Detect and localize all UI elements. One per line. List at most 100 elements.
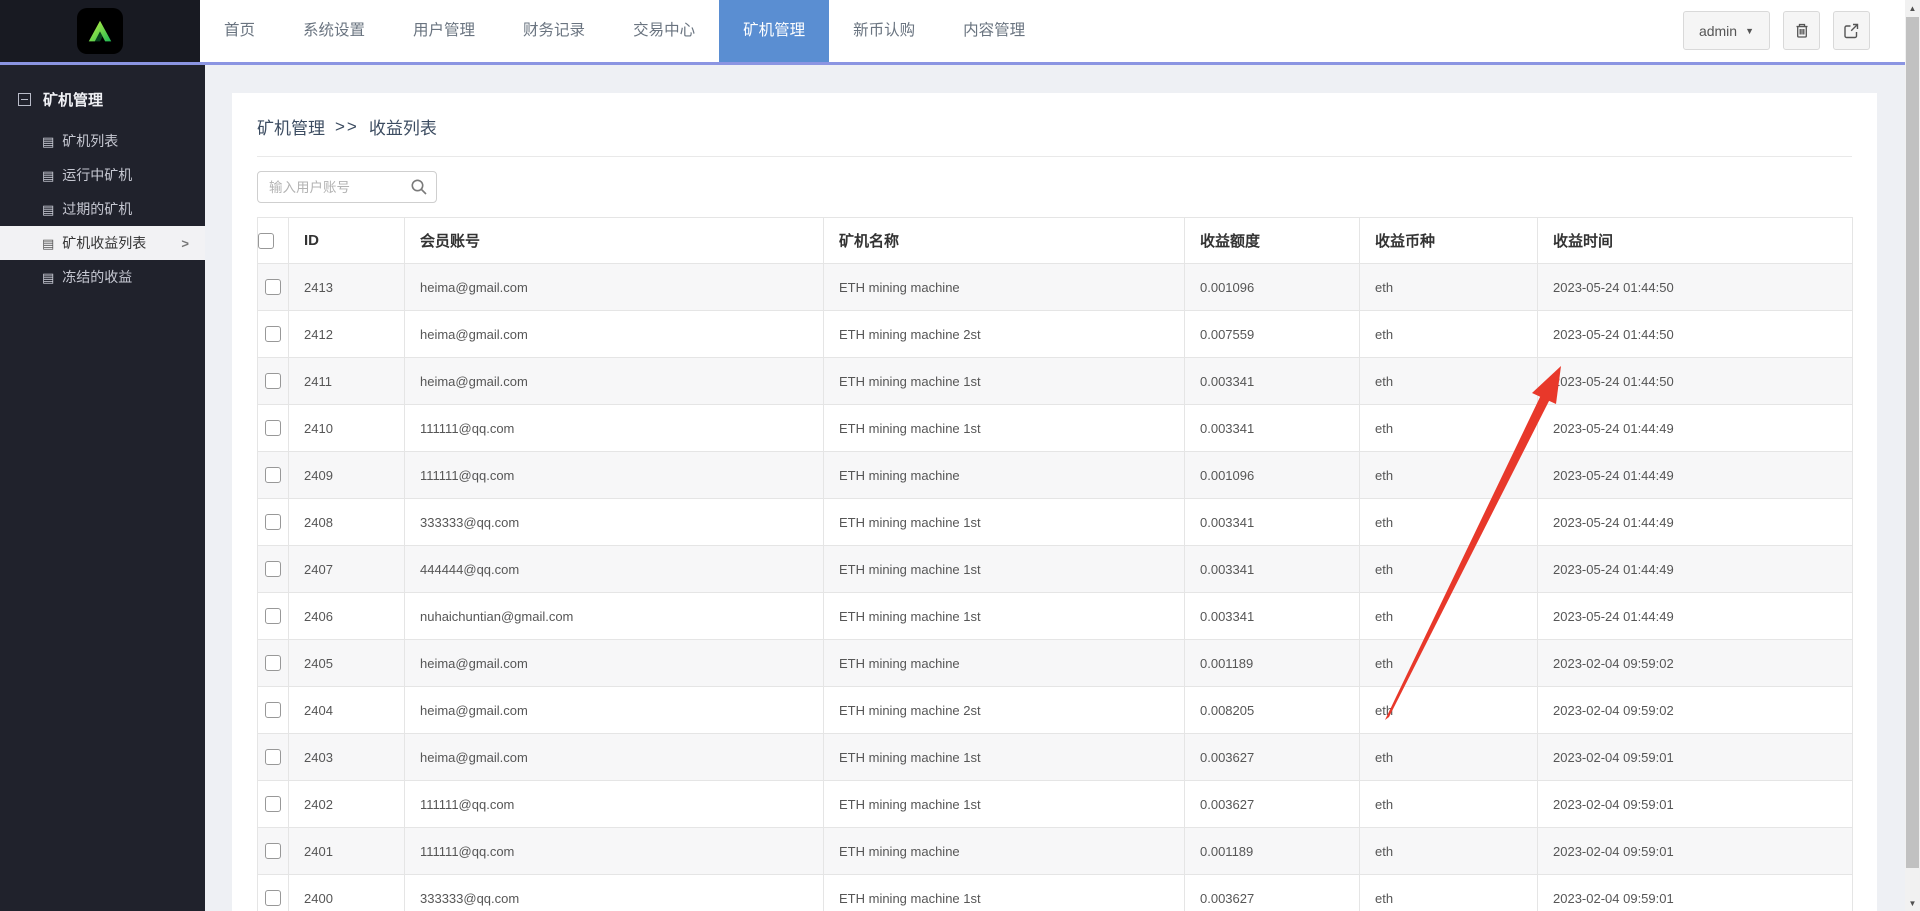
search-icon[interactable] [410, 178, 428, 196]
nav-tab-5[interactable]: 矿机管理 [719, 0, 829, 62]
document-icon: ▤ [42, 135, 54, 148]
col-header-coin: 收益币种 [1360, 218, 1538, 264]
cell-account: nuhaichuntian@gmail.com [405, 593, 824, 640]
cell-coin: eth [1360, 875, 1538, 911]
trash-button[interactable] [1783, 11, 1820, 50]
cell-machine: ETH mining machine 1st [824, 875, 1185, 911]
admin-label: admin [1699, 23, 1737, 39]
nav-tabs: 首页系统设置用户管理财务记录交易中心矿机管理新币认购内容管理 [200, 0, 1049, 62]
sidebar-item-0[interactable]: ▤ 矿机列表 [0, 124, 205, 158]
nav-tab-1[interactable]: 系统设置 [279, 0, 389, 62]
logo-block [0, 0, 200, 62]
navbar-accent-line [0, 62, 1920, 65]
row-checkbox[interactable] [265, 326, 281, 342]
cell-machine: ETH mining machine [824, 452, 1185, 499]
row-checkbox[interactable] [265, 702, 281, 718]
cell-machine: ETH mining machine [824, 264, 1185, 311]
cell-machine: ETH mining machine [824, 640, 1185, 687]
sidebar-items: ▤矿机列表▤运行中矿机▤过期的矿机▤矿机收益列表>▤冻结的收益 [0, 124, 205, 294]
table-row: 2409111111@qq.comETH mining machine0.001… [258, 452, 1853, 499]
document-icon: ▤ [42, 271, 54, 284]
cell-time: 2023-05-24 01:44:49 [1538, 452, 1853, 499]
table-row: 2403heima@gmail.comETH mining machine 1s… [258, 734, 1853, 781]
table-row: 2413heima@gmail.comETH mining machine0.0… [258, 264, 1853, 311]
table-row: 2405heima@gmail.comETH mining machine0.0… [258, 640, 1853, 687]
cell-amount: 0.001096 [1185, 452, 1360, 499]
scrollbar-thumb[interactable] [1906, 17, 1919, 868]
cell-amount: 0.007559 [1185, 311, 1360, 358]
cell-id: 2410 [289, 405, 405, 452]
export-button[interactable] [1833, 11, 1870, 50]
row-checkbox[interactable] [265, 890, 281, 906]
cell-coin: eth [1360, 593, 1538, 640]
cell-account: heima@gmail.com [405, 687, 824, 734]
nav-tab-7[interactable]: 内容管理 [939, 0, 1049, 62]
sidebar-item-label: 过期的矿机 [62, 199, 132, 219]
cell-id: 2409 [289, 452, 405, 499]
sidebar-item-label: 矿机列表 [62, 131, 118, 151]
sidebar-section-mining[interactable]: 矿机管理 [0, 65, 205, 124]
sidebar-item-1[interactable]: ▤ 运行中矿机 [0, 158, 205, 192]
sidebar-item-label: 运行中矿机 [62, 165, 132, 185]
cell-machine: ETH mining machine 1st [824, 546, 1185, 593]
cell-amount: 0.003341 [1185, 546, 1360, 593]
cell-machine: ETH mining machine 2st [824, 687, 1185, 734]
scroll-down-icon[interactable]: ▼ [1905, 895, 1920, 911]
nav-tab-4[interactable]: 交易中心 [609, 0, 719, 62]
table-row: 2411heima@gmail.comETH mining machine 1s… [258, 358, 1853, 405]
cell-id: 2401 [289, 828, 405, 875]
table-row: 2406nuhaichuntian@gmail.comETH mining ma… [258, 593, 1853, 640]
row-checkbox[interactable] [265, 655, 281, 671]
sidebar-item-label: 矿机收益列表 [62, 233, 146, 253]
breadcrumb-separator: >> [335, 117, 359, 137]
cell-account: 111111@qq.com [405, 452, 824, 499]
row-checkbox[interactable] [265, 420, 281, 436]
sidebar-item-2[interactable]: ▤过期的矿机 [0, 192, 205, 226]
cell-time: 2023-05-24 01:44:50 [1538, 264, 1853, 311]
nav-tab-3[interactable]: 财务记录 [499, 0, 609, 62]
row-checkbox[interactable] [265, 373, 281, 389]
nav-tab-2[interactable]: 用户管理 [389, 0, 499, 62]
row-checkbox[interactable] [265, 467, 281, 483]
nav-right-controls: admin ▼ [1683, 11, 1870, 50]
row-checkbox[interactable] [265, 843, 281, 859]
row-checkbox[interactable] [265, 608, 281, 624]
app-logo[interactable] [77, 8, 123, 54]
trash-icon [1794, 22, 1810, 39]
row-checkbox[interactable] [265, 796, 281, 812]
cell-coin: eth [1360, 781, 1538, 828]
row-checkbox[interactable] [265, 514, 281, 530]
cell-machine: ETH mining machine 2st [824, 311, 1185, 358]
cell-id: 2400 [289, 875, 405, 911]
nav-tab-6[interactable]: 新币认购 [829, 0, 939, 62]
cell-id: 2411 [289, 358, 405, 405]
cell-coin: eth [1360, 640, 1538, 687]
cell-account: heima@gmail.com [405, 358, 824, 405]
earnings-table: ID 会员账号 矿机名称 收益额度 收益币种 收益时间 2413heima@gm… [257, 217, 1853, 911]
cell-time: 2023-02-04 09:59:01 [1538, 781, 1853, 828]
admin-menu-button[interactable]: admin ▼ [1683, 11, 1770, 50]
cell-id: 2412 [289, 311, 405, 358]
cell-amount: 0.001096 [1185, 264, 1360, 311]
export-icon [1843, 22, 1860, 39]
row-checkbox[interactable] [265, 749, 281, 765]
row-checkbox[interactable] [265, 279, 281, 295]
cell-machine: ETH mining machine 1st [824, 781, 1185, 828]
cell-id: 2408 [289, 499, 405, 546]
scroll-up-icon[interactable]: ▲ [1905, 0, 1920, 16]
cell-time: 2023-02-04 09:59:02 [1538, 640, 1853, 687]
table-row: 2402111111@qq.comETH mining machine 1st0… [258, 781, 1853, 828]
breadcrumb-parent[interactable]: 矿机管理 [257, 114, 325, 139]
sidebar-item-4[interactable]: ▤冻结的收益 [0, 260, 205, 294]
nav-tab-0[interactable]: 首页 [200, 0, 279, 62]
sidebar: 矿机管理 ▤矿机列表▤运行中矿机▤过期的矿机▤矿机收益列表>▤冻结的收益 [0, 65, 205, 911]
cell-coin: eth [1360, 828, 1538, 875]
select-all-checkbox[interactable] [258, 233, 274, 249]
table-row: 2412heima@gmail.comETH mining machine 2s… [258, 311, 1853, 358]
sidebar-item-3[interactable]: ▤矿机收益列表> [0, 226, 205, 260]
table-row: 2408333333@qq.comETH mining machine 1st0… [258, 499, 1853, 546]
document-icon: ▤ [42, 169, 54, 182]
col-header-amount: 收益额度 [1185, 218, 1360, 264]
row-checkbox[interactable] [265, 561, 281, 577]
cell-coin: eth [1360, 405, 1538, 452]
